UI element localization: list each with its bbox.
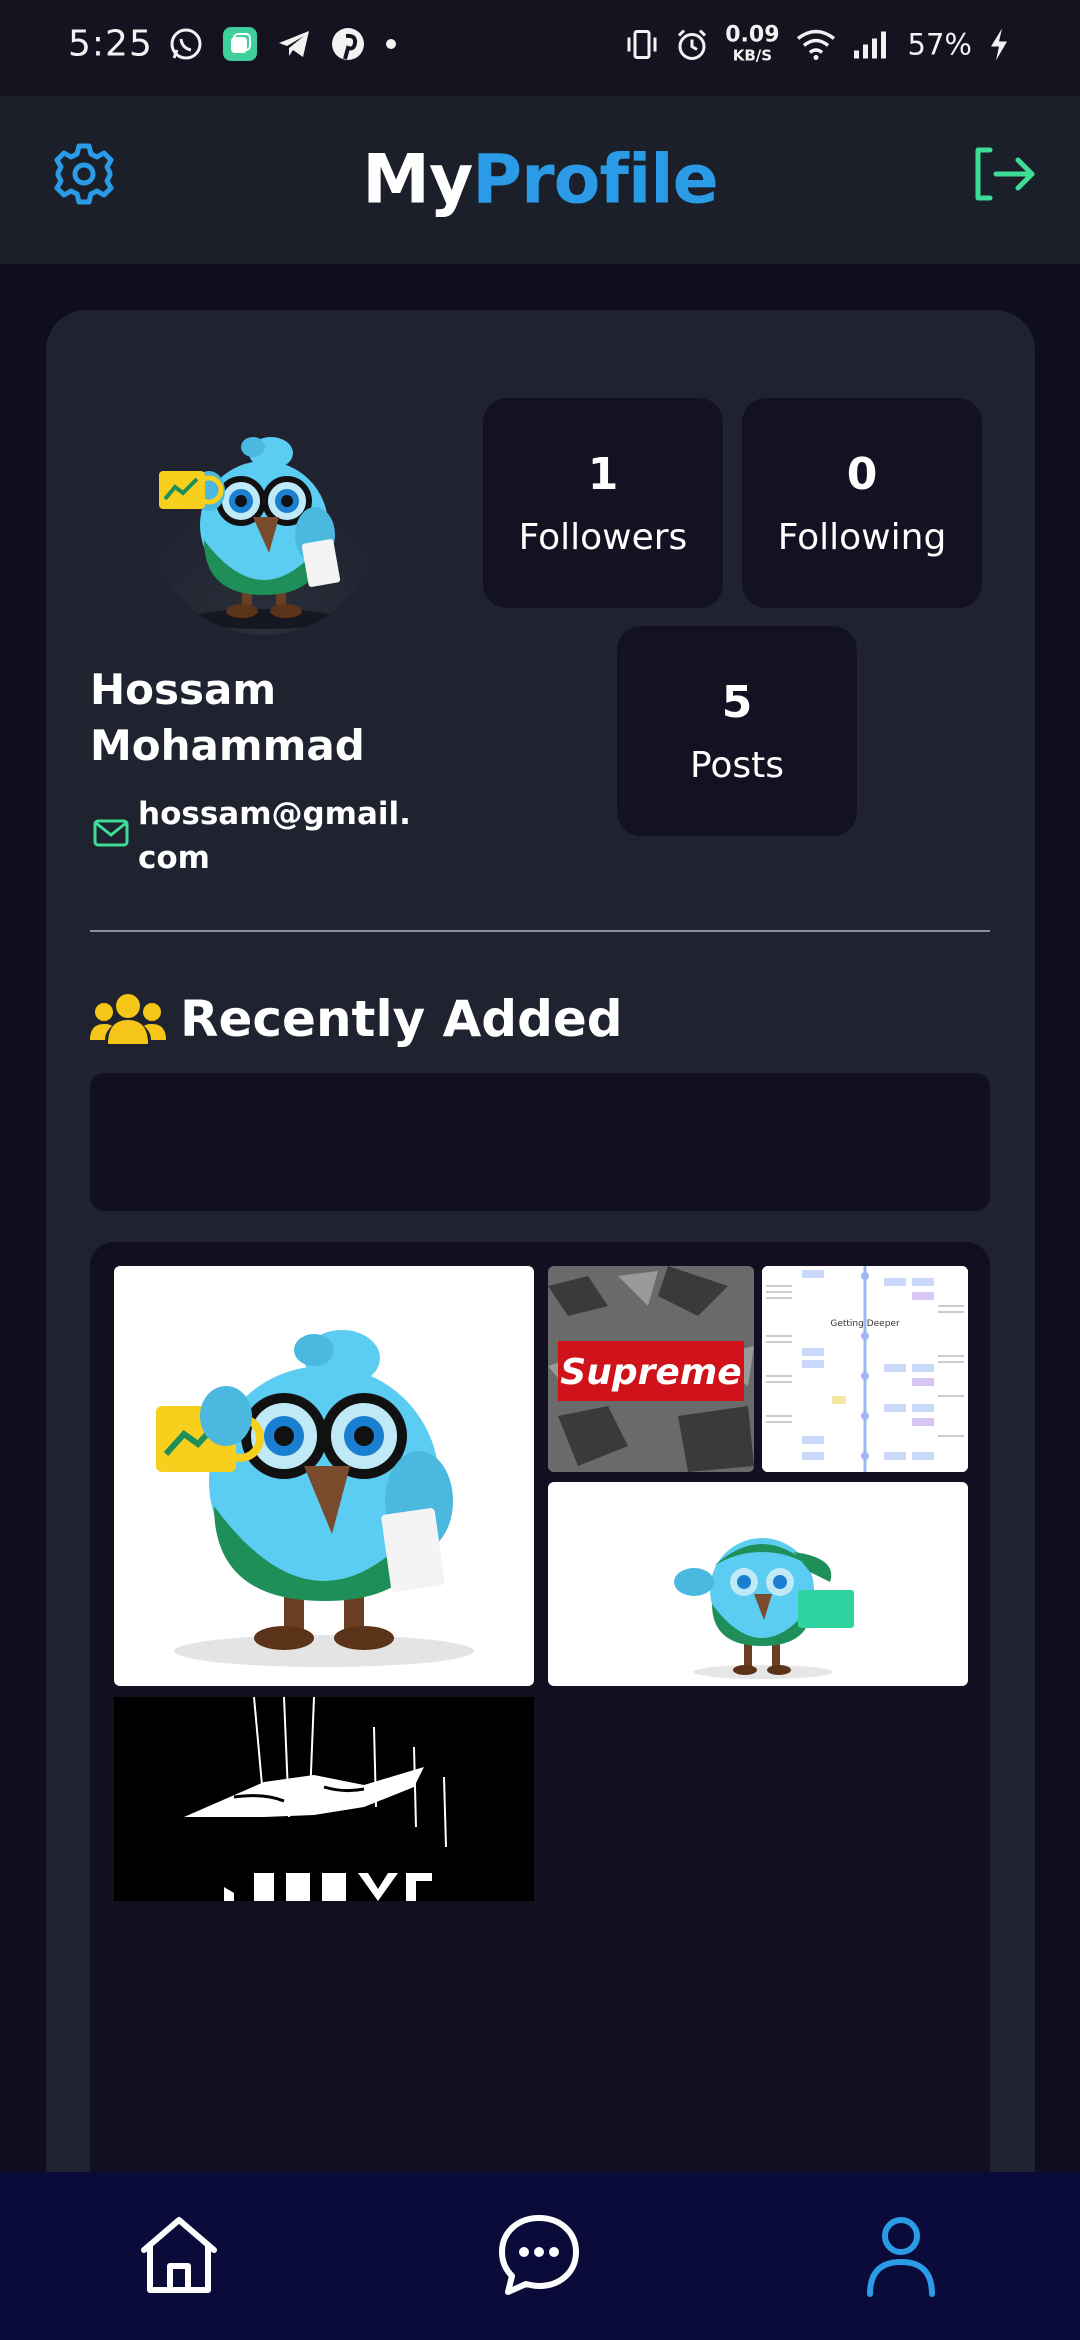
user-email: hossam@gmail.com <box>138 796 411 876</box>
flowchart-title: Getting Deeper <box>830 1319 900 1329</box>
divider <box>90 930 990 932</box>
users-icon <box>90 994 166 1044</box>
whatsapp-icon <box>170 28 202 60</box>
dot-icon <box>386 39 396 49</box>
charging-icon <box>991 28 1007 60</box>
notification-icons <box>168 26 398 62</box>
title-part-profile: Profile <box>472 140 718 220</box>
user-icon[interactable] <box>856 2210 946 2300</box>
recent-placeholder-box <box>90 1073 990 1211</box>
network-speed-value: 0.09 <box>725 22 780 48</box>
bottom-navigation <box>0 2172 1080 2340</box>
recently-added-title: Recently Added <box>180 990 623 1048</box>
gallery-image-1[interactable] <box>114 1266 534 1686</box>
posts-label: Posts <box>689 744 785 786</box>
following-label: Following <box>777 516 947 558</box>
avatar[interactable] <box>149 405 379 635</box>
app-icon <box>223 27 257 61</box>
bird-mascot-image <box>159 437 341 629</box>
app-header: MyProfile <box>0 96 1080 264</box>
user-name: Hossam Mohammad <box>90 665 365 770</box>
system-status: 0.09 KB/S 57% <box>625 22 1010 65</box>
followers-stat[interactable]: 1 Followers <box>483 398 723 608</box>
following-count: 0 <box>846 448 878 500</box>
alarm-icon <box>678 28 707 60</box>
home-icon[interactable] <box>134 2210 224 2300</box>
status-bar: 5:25 0.09 KB/S 57% <box>0 0 1080 96</box>
recently-added-heading: Recently Added <box>90 990 623 1048</box>
gallery-image-4[interactable] <box>548 1482 968 1686</box>
profile-card: Hossam Mohammad hossam@gmail.com 1 Follo… <box>46 310 1035 2340</box>
status-time: 5:25 <box>68 23 153 65</box>
posts-count: 5 <box>721 676 753 728</box>
followers-label: Followers <box>518 516 688 558</box>
gallery-image-5[interactable] <box>114 1697 534 1901</box>
gallery-image-3[interactable]: Getting Deeper <box>762 1266 968 1472</box>
followers-count: 1 <box>587 448 619 500</box>
telegram-icon <box>279 31 309 57</box>
network-speed: 0.09 KB/S <box>725 22 780 65</box>
posts-stat[interactable]: 5 Posts <box>617 626 857 836</box>
logout-icon[interactable] <box>970 140 1040 208</box>
gallery-image-2[interactable]: Supreme <box>548 1266 754 1472</box>
chat-icon[interactable] <box>494 2210 584 2300</box>
signal-icon <box>853 31 886 58</box>
mail-icon <box>93 819 129 847</box>
wifi-icon <box>796 29 835 60</box>
battery-level: 57% <box>907 27 972 61</box>
page-title: MyProfile <box>0 141 1080 220</box>
pinterest-icon <box>332 28 364 60</box>
following-stat[interactable]: 0 Following <box>742 398 982 608</box>
title-part-my: My <box>362 140 473 220</box>
network-speed-unit: KB/S <box>732 46 773 65</box>
vibrate-icon <box>627 29 657 59</box>
supreme-text: Supreme <box>560 1352 741 1393</box>
